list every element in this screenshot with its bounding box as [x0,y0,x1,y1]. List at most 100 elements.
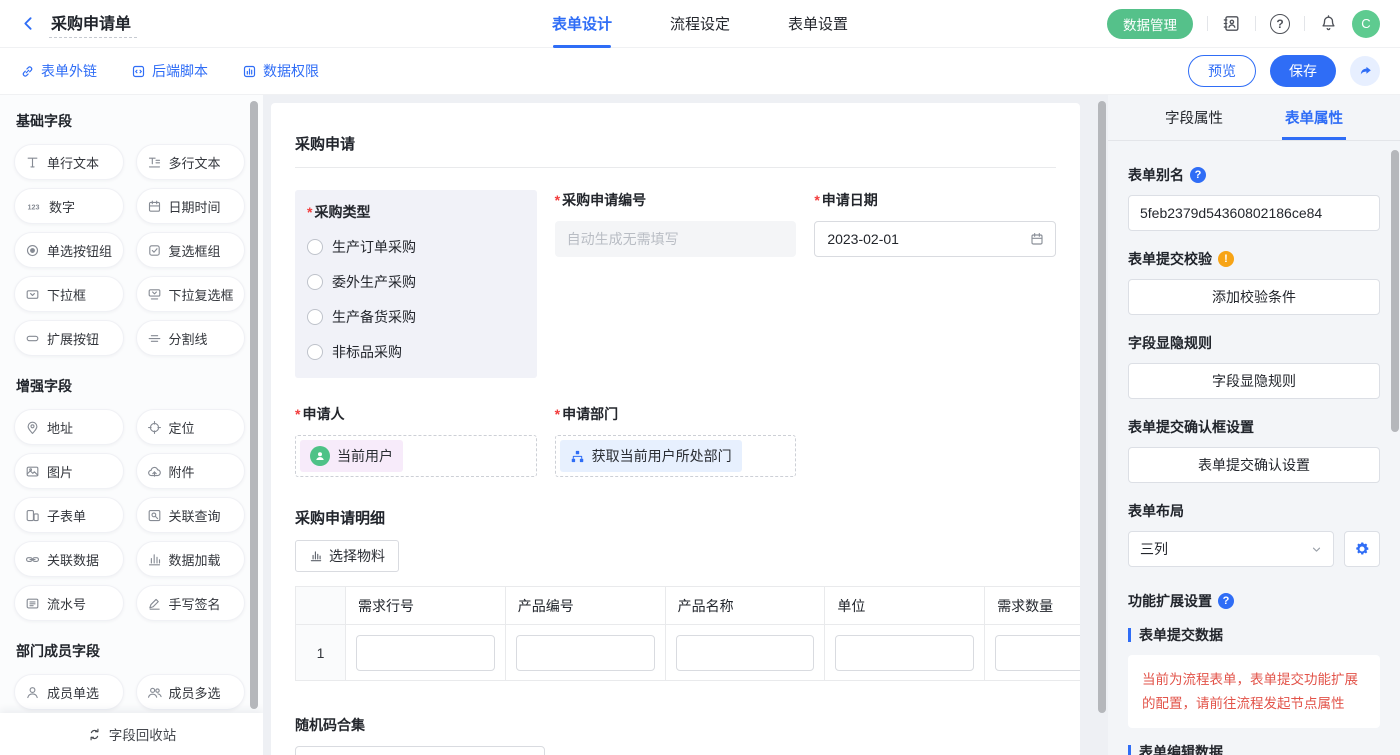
document-title[interactable]: 采购申请单 [49,10,137,38]
table-cell-input[interactable] [356,635,495,671]
layout-settings-button[interactable] [1344,531,1380,567]
field-random-code[interactable]: 随机码合集 [295,715,1056,755]
panel-scrollbar[interactable] [1391,150,1399,432]
palette-item-extend-button[interactable]: 扩展按钮 [14,320,124,356]
tab-form-design[interactable]: 表单设计 [552,0,612,48]
palette-item-member-single[interactable]: 成员单选 [14,674,124,710]
tab-form-properties[interactable]: 表单属性 [1285,95,1343,140]
add-validation-button[interactable]: 添加校验条件 [1128,279,1380,315]
field-label: *采购类型 [307,202,525,222]
palette-item-label: 成员单选 [47,683,99,702]
palette-item-divider[interactable]: 分割线 [136,320,246,356]
form-alias-label: 表单别名 [1128,165,1380,185]
field-recycle-bin[interactable]: 字段回收站 [0,713,263,755]
properties-panel: 字段属性 表单属性 表单别名 表单提交校验 添加校验条件 字段显隐规则 字段显隐… [1108,95,1400,755]
palette-item-label: 复选框组 [169,241,221,260]
warning-badge-icon[interactable] [1218,251,1234,267]
radio-option-label: 生产订单采购 [332,237,416,257]
required-mark: * [307,204,312,220]
palette-item-related-query[interactable]: 关联查询 [136,497,246,533]
permission-icon [242,64,257,79]
table-column-header: 产品名称 [665,587,825,625]
radio-option[interactable]: 生产订单采购 [307,237,525,257]
form-alias-input[interactable] [1128,195,1380,231]
table-cell-input[interactable] [995,635,1080,671]
canvas-scrollbar[interactable] [1098,101,1106,713]
field-request-date[interactable]: *申请日期 2023-02-01 [814,190,1056,257]
tab-form-setting[interactable]: 表单设置 [788,0,848,48]
tab-field-properties[interactable]: 字段属性 [1165,95,1223,140]
palette-item-single-line-text[interactable]: 单行文本 [14,144,124,180]
data-permission-link[interactable]: 数据权限 [242,61,319,81]
field-request-no[interactable]: *采购申请编号 [555,190,797,257]
layout-select-value: 三列 [1140,539,1168,559]
table-row-index: 1 [296,625,346,681]
member-single-icon [25,685,40,700]
divider [1255,16,1256,31]
radio-option[interactable]: 非标品采购 [307,342,525,362]
notification-bell-icon[interactable] [1319,14,1338,33]
field-palette-sidebar: 基础字段单行文本多行文本123数字日期时间单选按钮组复选框组下拉框下拉复选框扩展… [0,95,263,755]
preview-button[interactable]: 预览 [1188,55,1256,87]
data-manage-button[interactable]: 数据管理 [1107,9,1193,39]
applicant-picker[interactable]: 当前用户 [295,435,537,477]
palette-item-locate[interactable]: 定位 [136,409,246,445]
radio-option[interactable]: 生产备货采购 [307,307,525,327]
visibility-rules-button[interactable]: 字段显隐规则 [1128,363,1380,399]
palette-item-select[interactable]: 下拉框 [14,276,124,312]
field-department[interactable]: *申请部门 获取当前用户所处部门 [555,404,797,477]
tab-flow-setting[interactable]: 流程设定 [670,0,730,48]
palette-item-radio-group[interactable]: 单选按钮组 [14,232,124,268]
help-badge-icon[interactable] [1190,167,1206,183]
palette-item-sub-form[interactable]: 子表单 [14,497,124,533]
help-badge-icon[interactable] [1218,593,1234,609]
palette-item-related-data[interactable]: 关联数据 [14,541,124,577]
palette-item-multi-line-text[interactable]: 多行文本 [136,144,246,180]
form-external-link[interactable]: 表单外链 [20,61,97,81]
save-button[interactable]: 保存 [1270,55,1336,87]
radio-option[interactable]: 委外生产采购 [307,272,525,292]
table-cell-input[interactable] [835,635,974,671]
palette-item-multi-select[interactable]: 下拉复选框 [136,276,246,312]
sidebar-section-title: 增强字段 [16,376,245,396]
field-purchase-type[interactable]: *采购类型 生产订单采购委外生产采购生产备货采购非标品采购 [295,190,537,378]
field-applicant[interactable]: *申请人 当前用户 [295,404,537,477]
form-layout-label: 表单布局 [1128,501,1380,521]
palette-item-label: 数字 [49,197,75,216]
palette-item-number[interactable]: 123数字 [14,188,124,224]
field-label: 随机码合集 [295,715,1056,735]
request-no-input[interactable] [555,221,797,257]
palette-item-data-load[interactable]: 数据加载 [136,541,246,577]
layout-select[interactable]: 三列 [1128,531,1334,567]
share-button[interactable] [1350,56,1380,86]
table-column-header: 需求数量 [985,587,1080,625]
flow-form-notice: 当前为流程表单，表单提交功能扩展的配置，请前往流程发起节点属性 [1128,655,1380,728]
single-line-text-icon [25,155,40,170]
palette-item-image[interactable]: 图片 [14,453,124,489]
palette-item-datetime[interactable]: 日期时间 [136,188,246,224]
palette-item-address[interactable]: 地址 [14,409,124,445]
palette-item-serial-number[interactable]: 流水号 [14,585,124,621]
palette-item-signature[interactable]: 手写签名 [136,585,246,621]
random-code-input[interactable] [295,746,545,755]
help-icon[interactable] [1270,14,1290,34]
palette-item-label: 附件 [169,462,195,481]
table-cell-input[interactable] [516,635,655,671]
select-material-button[interactable]: 选择物料 [295,540,399,572]
sidebar-scrollbar[interactable] [250,101,258,709]
contacts-icon[interactable] [1222,14,1241,33]
palette-item-checkbox-group[interactable]: 复选框组 [136,232,246,268]
confirm-box-button[interactable]: 表单提交确认设置 [1128,447,1380,483]
field-label: *采购申请编号 [555,190,797,210]
department-picker[interactable]: 获取当前用户所处部门 [555,435,797,477]
user-avatar[interactable]: C [1352,10,1380,38]
palette-item-attachment[interactable]: 附件 [136,453,246,489]
backend-script-link[interactable]: 后端脚本 [131,61,208,81]
datetime-icon [147,199,162,214]
table-cell-input[interactable] [676,635,815,671]
palette-item-label: 下拉复选框 [169,285,234,304]
back-button[interactable] [20,15,37,32]
palette-item-label: 子表单 [47,506,86,525]
request-date-input[interactable]: 2023-02-01 [814,221,1056,257]
palette-item-member-multi[interactable]: 成员多选 [136,674,246,710]
